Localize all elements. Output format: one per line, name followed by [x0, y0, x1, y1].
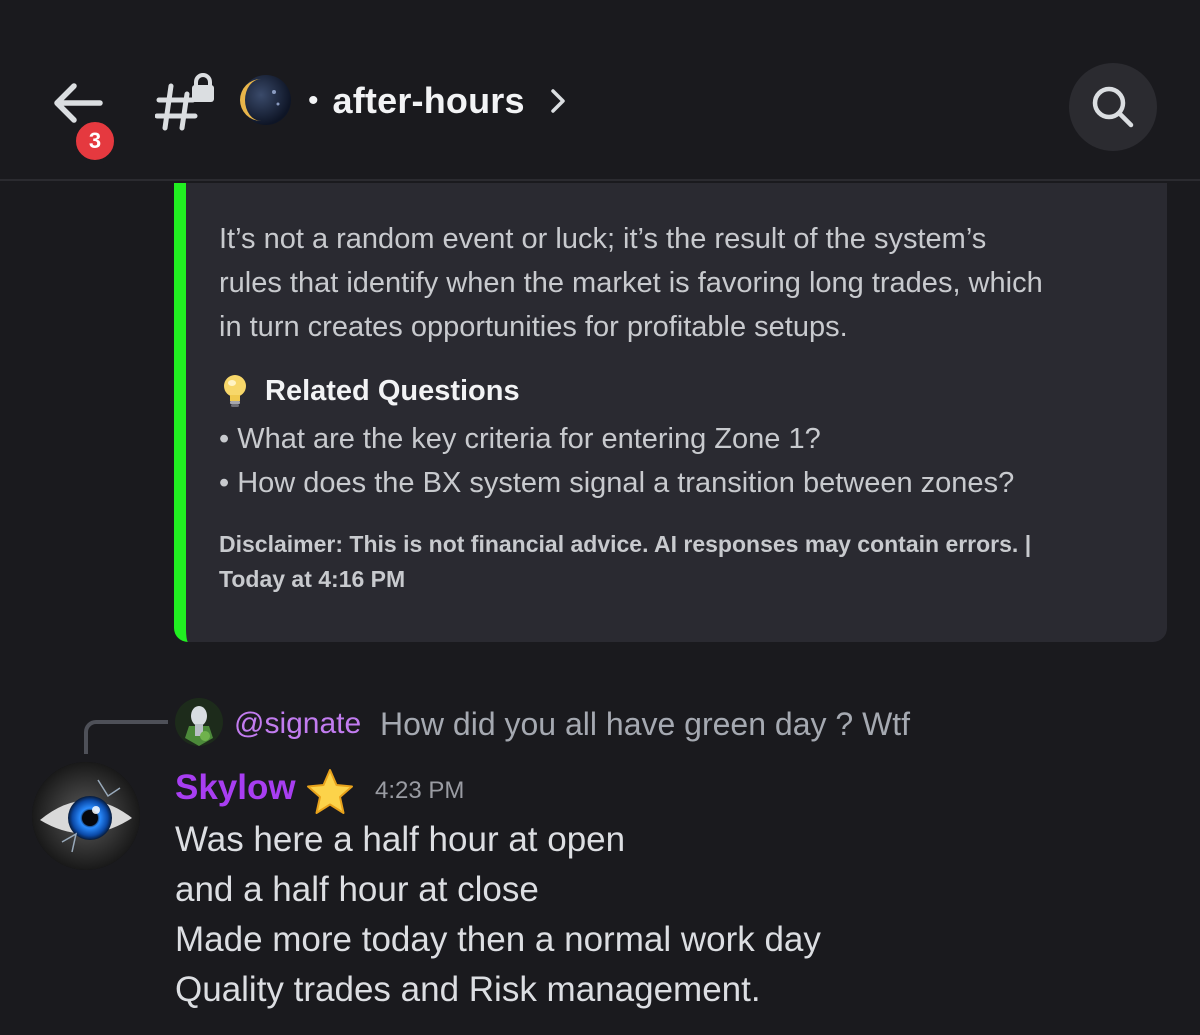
- channel-title[interactable]: • after-hours: [308, 76, 569, 126]
- message-line: and a half hour at close: [175, 870, 539, 909]
- message-line: Was here a half hour at open: [175, 820, 626, 859]
- message-line: Quality trades and Risk management.: [175, 970, 761, 1009]
- message-line: Made more today then a normal work day: [175, 920, 821, 959]
- related-questions-list: • What are the key criteria for entering…: [219, 417, 1149, 505]
- reply-author[interactable]: @signate: [234, 702, 361, 746]
- channel-name: after-hours: [332, 80, 525, 121]
- channel-header: 3 • after-hours: [0, 0, 1200, 181]
- unread-badge: 3: [72, 118, 118, 164]
- embed-paragraph: It’s not a random event or luck; it’s th…: [219, 217, 1149, 349]
- embed-paragraph-line: It’s not a random event or luck; it’s th…: [219, 223, 987, 255]
- reply-preview-text[interactable]: How did you all have green day ? Wtf: [380, 702, 910, 746]
- embed-paragraph-line: in turn creates opportunities for profit…: [219, 311, 848, 343]
- search-icon: [1092, 86, 1134, 128]
- star-icon: [304, 768, 356, 816]
- reply-connector: [84, 720, 168, 754]
- crescent-moon-icon: [240, 74, 292, 126]
- embed-paragraph-line: rules that identify when the market is f…: [219, 267, 1043, 299]
- related-questions-heading: Related Questions: [219, 369, 1149, 413]
- lightbulb-icon: [224, 375, 246, 407]
- message-body: Was here a half hour at open and a half …: [175, 815, 1175, 1015]
- bot-embed: It’s not a random event or luck; it’s th…: [174, 183, 1167, 642]
- disclaimer: Disclaimer: This is not financial advice…: [219, 527, 1149, 597]
- avatar[interactable]: [32, 762, 140, 870]
- message-author[interactable]: Skylow: [175, 766, 296, 810]
- message-timestamp: 4:23 PM: [375, 777, 465, 804]
- embed-timestamp: Today at 4:16 PM: [219, 566, 406, 592]
- title-separator: •: [308, 84, 319, 117]
- disclaimer-text: Disclaimer: This is not financial advice…: [219, 531, 1032, 557]
- reply-avatar[interactable]: [175, 698, 223, 746]
- search-button[interactable]: [1069, 63, 1157, 151]
- embed-body: It’s not a random event or luck; it’s th…: [219, 217, 1149, 597]
- related-question-item[interactable]: • How does the BX system signal a transi…: [219, 461, 1149, 505]
- related-question-item[interactable]: • What are the key criteria for entering…: [219, 417, 1149, 461]
- chat-screen: 3 • after-hours It’s not a random event …: [0, 0, 1200, 1035]
- hashtag-lock-icon: [154, 72, 217, 132]
- chevron-right-icon: [551, 89, 565, 113]
- related-heading-text: Related Questions: [265, 374, 520, 407]
